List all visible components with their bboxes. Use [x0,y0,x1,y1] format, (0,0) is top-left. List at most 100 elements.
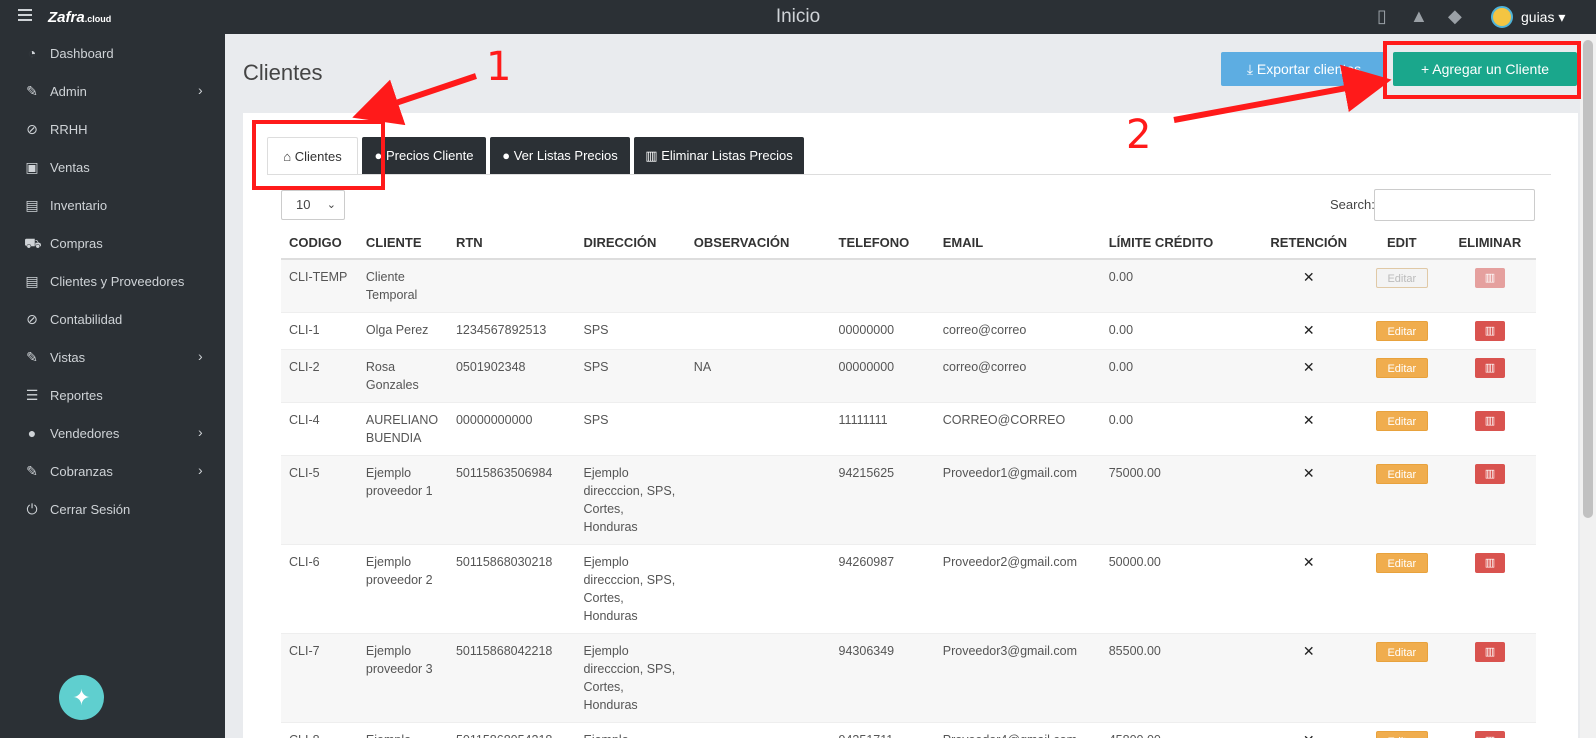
cell-telefono: 00000000 [830,349,935,403]
page-header-title: Inicio [775,6,821,27]
edit-button[interactable]: Editar [1375,358,1428,378]
sidebar-item-inventario[interactable]: ▤ Inventario [0,188,225,222]
column-header[interactable]: EDIT [1359,227,1444,260]
cell-rtn: 0501902348 [447,349,576,403]
edit-button[interactable]: Editar [1375,642,1428,662]
cell-observacion [685,722,831,738]
user-menu[interactable]: guias ▾ [1521,9,1565,26]
cell-observacion [685,544,831,634]
tab-divider [267,174,1551,175]
retention-x-icon: ✕ [1257,633,1360,723]
scrollbar-thumb[interactable] [1583,40,1593,518]
trash-icon: ▥ [1484,325,1496,337]
page-title: Clientes [243,60,323,85]
column-header[interactable]: ELIMINAR [1443,227,1536,260]
page-size-select[interactable]: 10 ⌄ [281,190,345,220]
column-header[interactable]: CLIENTE [357,227,448,260]
trash-icon: ▥ [1484,646,1496,658]
sidebar-item-label: Contabilidad [50,312,123,327]
tab-ver-listas-precios[interactable]: ● Ver Listas Precios [490,137,630,175]
retention-x-icon: ✕ [1257,349,1360,403]
column-header[interactable]: RETENCIÓN [1257,227,1360,260]
delete-button[interactable]: ▥ [1474,642,1505,662]
sidebar-item-ventas[interactable]: ▣ Ventas [0,150,225,184]
sidebar-item-label: Compras [50,236,103,251]
trash-icon: ▥ [1484,272,1496,284]
edit-button[interactable]: Editar [1375,321,1428,341]
cell-email: Proveedor1@gmail.com [934,455,1101,545]
cell-observacion [685,633,831,723]
retention-x-icon: ✕ [1257,544,1360,634]
chevron-right-icon: › [198,348,203,364]
retention-x-icon: ✕ [1257,455,1360,545]
cell-rtn: 50115868054218 [447,722,576,738]
cell-email: correo@correo [934,312,1101,350]
paperclip-icon: ⊘ [26,121,38,137]
cell-limite: 75000.00 [1100,455,1258,545]
avatar[interactable] [1491,6,1513,28]
sidebar-item-label: Dashboard [50,46,114,61]
edit-button[interactable]: Editar [1375,268,1428,288]
tab-label: Precios Cliente [386,148,474,163]
delete-button[interactable]: ▥ [1474,464,1505,484]
cell-telefono: 94351711 [830,722,935,738]
table-row: CLI-5 Ejemplo proveedor 1 50115863506984 Ej… [281,455,1536,545]
sidebar-item-label: Vendedores [50,426,120,441]
search-input[interactable] [1374,189,1535,221]
annotation-box-2 [1383,41,1581,99]
sidebar-item-vistas[interactable]: ✎ Vistas › [0,340,225,374]
sidebar-item-admin[interactable]: ✎ Admin › [0,74,225,108]
delete-button[interactable]: ▥ [1474,553,1505,573]
sidebar-item-cerrar-sesi-n[interactable]: ⏻ Cerrar Sesión [0,492,225,526]
graduation-cap-icon[interactable]: ▲ [1410,6,1428,27]
column-header[interactable]: OBSERVACIÓN [685,227,831,260]
delete-button[interactable]: ▥ [1474,411,1505,431]
cell-observacion: NA [685,349,831,403]
sidebar-item-reportes[interactable]: ☰ Reportes [0,378,225,412]
delete-button[interactable]: ▥ [1474,358,1505,378]
column-header[interactable]: DIRECCIÓN [575,227,686,260]
scrollbar[interactable] [1580,34,1596,738]
sidebar-item-label: Clientes y Proveedores [50,274,185,289]
tags-icon[interactable]: ◆ [1448,6,1462,27]
lightbulb-icon[interactable]: ✦ [59,675,104,720]
delete-button[interactable]: ▥ [1474,268,1505,288]
cell-direccion [575,258,686,313]
sidebar-item-contabilidad[interactable]: ⊘ Contabilidad [0,302,225,336]
edit-button[interactable]: Editar [1375,553,1428,573]
cell-edit: Editar [1359,349,1444,403]
cell-rtn: 1234567892513 [447,312,576,350]
table-row: CLI-6 Ejemplo proveedor 2 50115868030218 Ej… [281,544,1536,634]
edit-button[interactable]: Editar [1375,464,1428,484]
sidebar-item-clientes-y-proveedores[interactable]: ▤ Clientes y Proveedores [0,264,225,298]
cell-cliente: Rosa Gonzales [357,349,448,403]
column-header[interactable]: LÍMITE CRÉDITO [1100,227,1258,260]
cell-direccion: Ejemplo direcccion, SPS, Cortes, Hondura… [575,633,686,723]
phone-icon[interactable]: ▯ [1377,6,1387,27]
sidebar-item-dashboard[interactable]: ◔ Dashboard [0,36,225,70]
delete-button[interactable]: ▥ [1474,321,1505,341]
cell-codigo: CLI-TEMP [281,258,358,313]
trash-icon: ▥ [1484,362,1496,374]
cell-delete: ▥ [1443,258,1536,313]
sidebar-item-rrhh[interactable]: ⊘ RRHH [0,112,225,146]
column-header[interactable]: CODIGO [281,227,358,260]
column-header[interactable]: RTN [447,227,576,260]
table-row: CLI-4 AURELIANO BUENDIA 00000000000 SPS 1111… [281,402,1536,456]
edit-icon: ✎ [26,349,38,365]
edit-button[interactable]: Editar [1375,411,1428,431]
user-icon: ● [502,148,511,163]
cell-rtn: 00000000000 [447,402,576,456]
tab-eliminar-listas-precios[interactable]: ▥ Eliminar Listas Precios [634,137,804,175]
cell-rtn: 50115868042218 [447,633,576,723]
column-header[interactable]: TELEFONO [830,227,935,260]
cell-email: Proveedor4@gmail.com [934,722,1101,738]
sidebar-item-compras[interactable]: ⛟ Compras [0,226,225,260]
sidebar-item-cobranzas[interactable]: ✎ Cobranzas › [0,454,225,488]
sidebar-item-label: Reportes [50,388,103,403]
column-header[interactable]: EMAIL [934,227,1101,260]
edit-button[interactable]: Editar [1375,731,1428,738]
sidebar-item-vendedores[interactable]: ● Vendedores › [0,416,225,450]
delete-button[interactable]: ▥ [1474,731,1505,738]
export-clients-button[interactable]: ⤓ Exportar clientes [1221,52,1387,86]
